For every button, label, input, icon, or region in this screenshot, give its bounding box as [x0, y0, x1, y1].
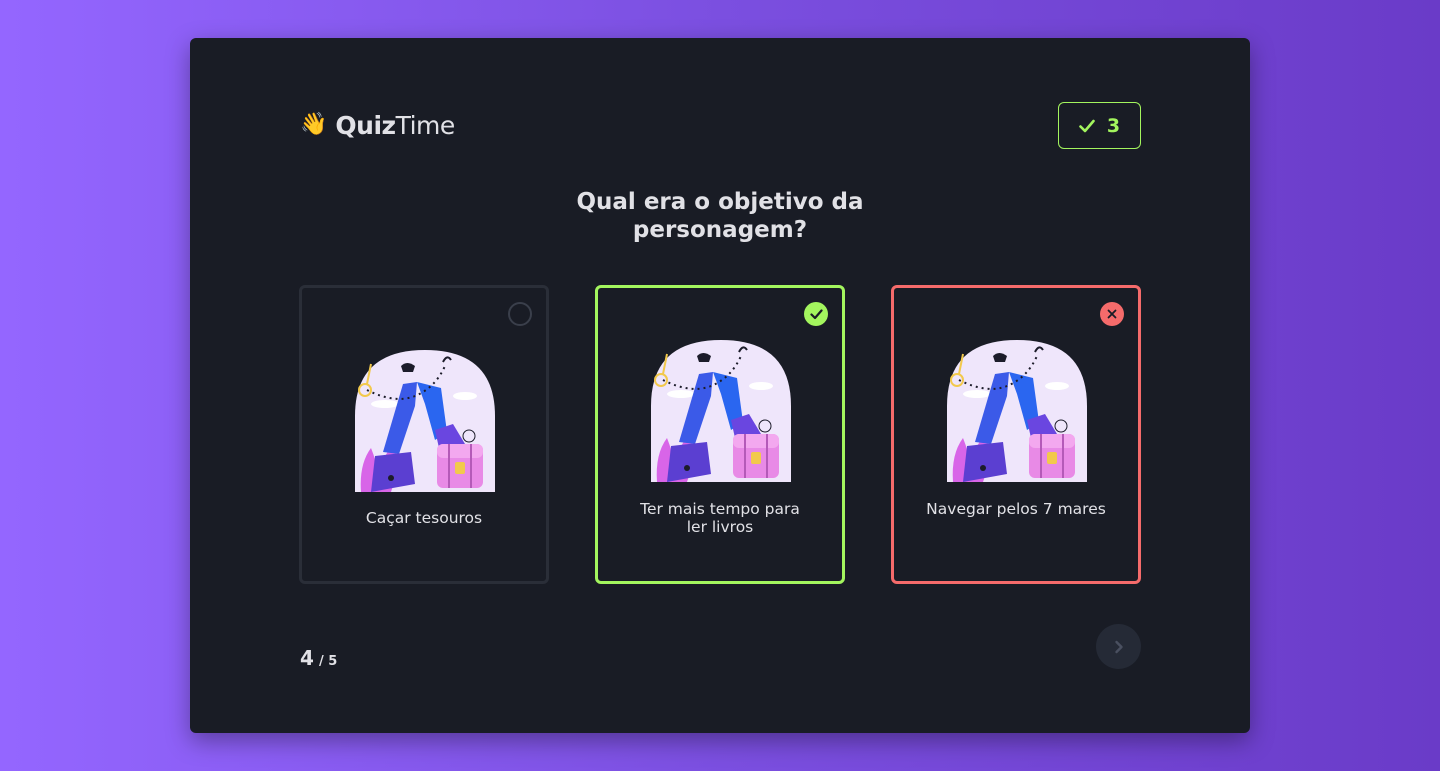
- answer-label: Caçar tesouros: [365, 509, 483, 527]
- total-questions: / 5: [319, 654, 338, 669]
- answer-label: Navegar pelos 7 mares: [926, 500, 1106, 518]
- answer-option-3[interactable]: Navegar pelos 7 mares: [891, 285, 1141, 584]
- chevron-right-icon: [1114, 640, 1123, 653]
- score-badge: 3: [1058, 102, 1141, 149]
- pirate-illustration: [947, 334, 1087, 482]
- pirate-illustration: [355, 344, 495, 492]
- radio-circle-icon: [508, 302, 532, 326]
- check-icon: [1079, 119, 1095, 132]
- answer-label: Ter mais tempo para ler livros: [640, 500, 800, 536]
- wave-icon: 👋: [300, 112, 328, 137]
- current-question: 4: [300, 646, 314, 670]
- answer-option-2[interactable]: Ter mais tempo para ler livros: [595, 285, 845, 584]
- quiz-card: 👋 Quiz Time 3 Qual era o objetivo da per…: [190, 38, 1250, 733]
- question-title: Qual era o objetivo da personagem?: [576, 189, 864, 243]
- logo-regular-text: Time: [395, 110, 456, 140]
- next-button[interactable]: [1096, 624, 1141, 669]
- question-progress: 4 / 5: [300, 646, 337, 670]
- logo-bold-text: Quiz: [335, 110, 396, 140]
- answer-option-1[interactable]: Caçar tesouros: [299, 285, 549, 584]
- pirate-illustration: [651, 334, 791, 482]
- app-logo: 👋 Quiz Time: [300, 108, 455, 142]
- x-circle-icon: [1100, 302, 1124, 326]
- score-value: 3: [1106, 114, 1121, 137]
- check-circle-icon: [804, 302, 828, 326]
